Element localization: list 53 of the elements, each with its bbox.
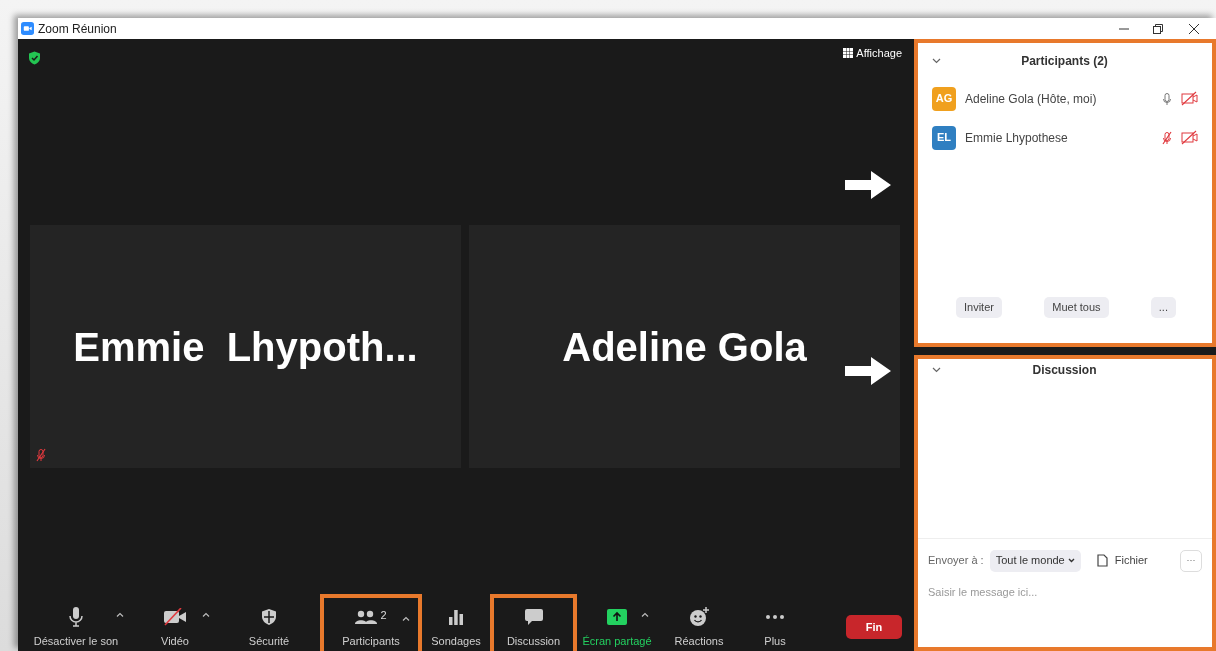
chevron-down-icon [1067,558,1075,563]
caret-icon[interactable] [202,612,210,617]
participant-name: Adeline Gola [562,323,807,371]
smiley-plus-icon [689,606,709,627]
toolbar-button[interactable]: Vidéo [132,594,218,651]
people-icon [355,609,378,624]
arrow-icon [845,171,891,199]
window-title: Zoom Réunion [38,20,117,38]
share-screen-icon [607,608,627,625]
panel-button[interactable]: Inviter [956,297,1002,318]
restore-icon[interactable] [1152,22,1164,35]
file-icon [1096,554,1108,567]
panel-button[interactable]: Muet tous [1044,297,1109,318]
video-off-icon [163,607,187,626]
toolbar-button[interactable]: Sécurité [218,594,320,651]
panel-title: Participants (2) [1020,53,1109,70]
chevron-down-icon[interactable] [932,58,941,64]
toolbar-button[interactable]: Désactiver le son [20,594,132,651]
panel-button[interactable]: ... [1150,297,1176,318]
chevron-down-icon[interactable] [932,367,941,373]
file-button[interactable]: Fichier [1096,552,1148,569]
caret-icon[interactable] [402,616,410,621]
speech-bubble-icon [523,607,544,626]
recipient-dropdown[interactable]: Tout le monde [989,549,1081,572]
end-meeting-button[interactable]: Fin [846,615,902,639]
shield-icon [261,607,277,626]
close-icon[interactable] [1188,22,1200,35]
bar-chart-icon [448,608,464,625]
toolbar-button[interactable]: Réactions [657,594,741,651]
view-button[interactable]: Affichage [843,45,902,62]
participant-row[interactable]: EL Emmie Lhypothese [918,118,1212,157]
participant-count: 2 [380,607,387,623]
send-to-label: Envoyer à : [928,553,984,569]
toolbar-button[interactable]: Écran partagé [577,594,657,651]
grid-icon [843,48,854,59]
toolbar-button[interactable]: Plus [741,594,809,651]
caret-icon[interactable] [116,612,124,617]
participant-name: Emmie Lhypoth... [73,323,418,371]
more-button[interactable]: ··· [1180,549,1202,572]
message-field[interactable]: Saisir le message ici... [928,582,1202,602]
arrow-icon [845,357,891,385]
mic-icon [69,606,83,627]
toolbar-button[interactable]: Discussion [490,594,577,651]
avatar: AG [932,86,956,111]
participant-row[interactable]: AG Adeline Gola (Hôte, moi) [918,79,1212,118]
shield-check-icon[interactable] [28,51,41,65]
caret-icon[interactable] [641,612,649,617]
avatar: EL [932,125,956,150]
ellipsis-icon [765,613,785,620]
app-icon [21,22,34,35]
toolbar-button[interactable]: 2 Participants [320,594,422,651]
panel-title: Discussion [1031,362,1098,379]
toolbar-button[interactable]: Sondages [422,594,490,651]
